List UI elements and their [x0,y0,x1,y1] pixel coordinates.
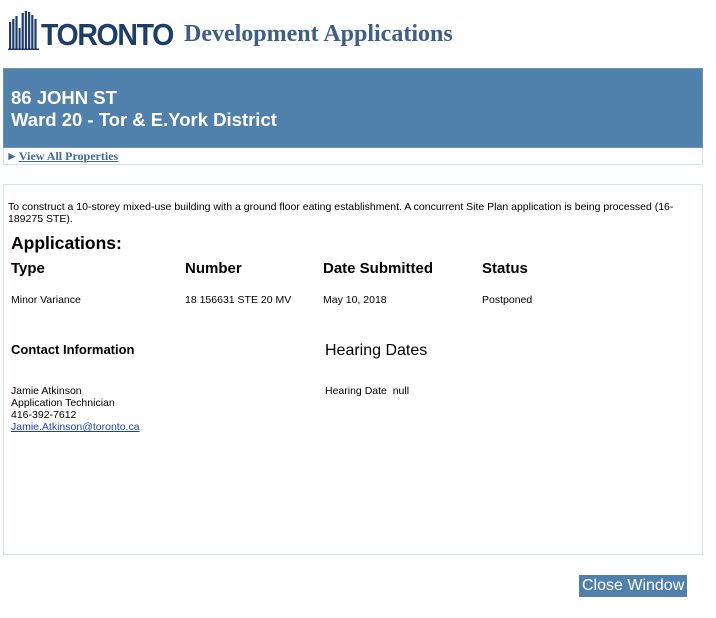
column-header-number: Number [185,260,242,277]
city-hall-icon [8,11,39,50]
page: TORONTO Development Applications 86 JOHN… [0,0,716,618]
toronto-logo: TORONTO [8,8,184,50]
hearing-dates-heading: Hearing Dates [325,342,428,359]
column-header-status: Status [482,260,528,277]
contact-details: Jamie Atkinson Application Technician 41… [11,385,140,433]
details-panel: To construct a 10-storey mixed-use build… [3,184,703,555]
contact-name: Jamie Atkinson [11,385,82,397]
close-window-button[interactable]: Close Window [579,575,688,597]
application-status: Postponed [482,294,533,306]
column-header-date-submitted: Date Submitted [323,260,434,277]
triangle-right-icon: ► [6,149,18,163]
property-ward: Ward 20 - Tor & E.York District [11,109,277,130]
view-all-properties-label: View All Properties [18,149,119,163]
contact-email-link[interactable]: Jamie.Atkinson@toronto.ca [11,421,140,433]
applications-heading: Applications: [11,233,122,253]
contact-title: Application Technician [11,397,115,409]
property-address: 86 JOHN ST [11,87,117,108]
property-banner: 86 JOHN ST Ward 20 - Tor & E.York Distri… [3,68,703,148]
logo-wordmark: TORONTO [41,17,174,52]
project-description: To construct a 10-storey mixed-use build… [8,201,674,225]
column-header-type: Type [11,260,45,277]
hearing-date-value: Hearing Date null [325,385,410,397]
application-date-submitted: May 10, 2018 [323,294,387,306]
page-title: Development Applications [184,21,453,47]
application-number: 18 156631 STE 20 MV [185,294,292,306]
application-type: Minor Variance [11,294,81,306]
properties-nav-strip: ►View All Properties [3,148,703,165]
contact-phone: 416-392-7612 [11,409,77,421]
view-all-properties-link[interactable]: ►View All Properties [6,149,118,164]
contact-heading: Contact Information [11,342,135,357]
